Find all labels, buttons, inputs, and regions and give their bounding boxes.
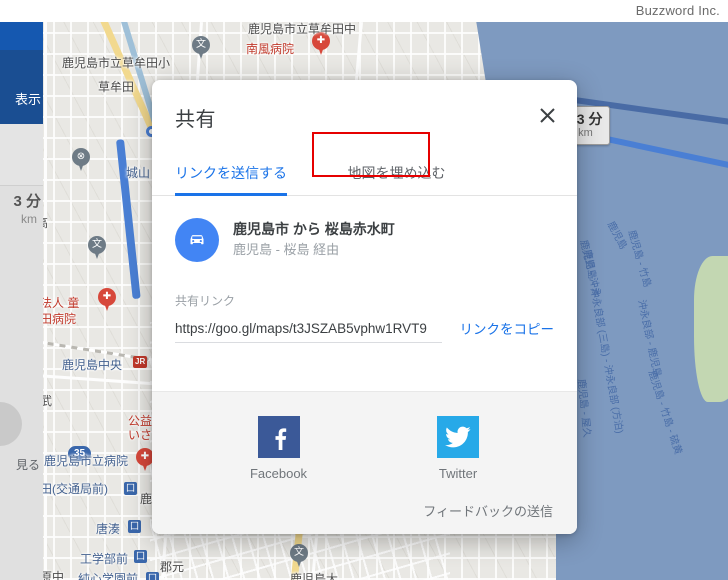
share-link-input[interactable] [175, 321, 442, 343]
dialog-body: 鹿児島市 から 桜島赤水町 鹿児島 - 桜島 経由 共有リンク リンクをコピー [152, 196, 577, 391]
sidebar-tab-bar[interactable] [0, 50, 43, 124]
map-road [44, 22, 47, 580]
map-transit-icon[interactable]: 囗 [146, 572, 159, 580]
close-icon [539, 107, 556, 124]
sidebar-details-link[interactable]: 見る [0, 456, 43, 473]
brand-label: Buzzword Inc. [635, 3, 720, 18]
social-share-row: Facebook Twitter [152, 416, 577, 481]
dialog-tabs: リンクを送信する 地図を埋め込む [152, 156, 577, 196]
map-poi-pin-hospital[interactable]: ✚ [98, 288, 116, 312]
map-route-shield: 35 [68, 446, 92, 461]
facebook-icon [257, 416, 300, 458]
sidebar-eta-time: 3 分 [13, 193, 41, 210]
sidebar-input-card[interactable] [0, 124, 43, 186]
map-poi-pin-school[interactable]: 文 [88, 236, 106, 260]
map-poi-pin-hospital[interactable]: ✚ [312, 32, 330, 56]
map-poi-pin-school[interactable]: 文 [290, 544, 308, 568]
dialog-title: 共有 [175, 109, 216, 131]
map-jr-badge: JR [133, 356, 148, 368]
close-button[interactable] [532, 100, 562, 130]
sidebar-eta-distance: km [21, 212, 37, 226]
route-text: 鹿児島市 から 桜島赤水町 鹿児島 - 桜島 経由 [233, 220, 395, 259]
directions-sidebar[interactable]: 表示 3 分 km 見る [0, 22, 43, 580]
car-icon [175, 218, 219, 262]
sidebar-round-button[interactable] [0, 402, 22, 446]
map-transit-icon[interactable]: 囗 [134, 550, 147, 563]
map-transit-icon[interactable]: 囗 [128, 520, 141, 533]
sidebar-header-bar [0, 22, 43, 50]
facebook-label: Facebook [249, 466, 308, 481]
screen-root: 43 分 8 km 文 ✚ ⊗ 文 ✚ ✚ 文 囗 囗 囗 囗 JR 35 鹿児… [0, 0, 728, 580]
map-transit-icon[interactable]: 囗 [124, 482, 137, 495]
copy-link-button[interactable]: リンクをコピー [460, 318, 555, 343]
dialog-header: 共有 [152, 80, 577, 156]
tab-embed-map[interactable]: 地図を埋め込む [325, 156, 467, 196]
share-link-label: 共有リンク [175, 294, 236, 308]
share-link-row: リンクをコピー [175, 318, 554, 343]
map-poi-pin-police[interactable]: ⊗ [72, 148, 90, 172]
twitter-icon [437, 416, 480, 458]
twitter-label: Twitter [438, 466, 478, 481]
twitter-share-button[interactable]: Twitter [437, 416, 480, 481]
tab-send-link[interactable]: リンクを送信する [175, 156, 287, 196]
route-subtitle: 鹿児島 - 桜島 経由 [233, 242, 340, 258]
send-feedback-link[interactable]: フィードバックの送信 [423, 501, 553, 520]
map-poi-pin-school[interactable]: 文 [192, 36, 210, 60]
share-dialog: 共有 リンクを送信する 地図を埋め込む 鹿児島市 から 桜島赤水町 鹿児島 - … [152, 80, 577, 534]
sidebar-tab-label: 表示 [14, 92, 41, 107]
facebook-share-button[interactable]: Facebook [250, 416, 307, 481]
dialog-footer: Facebook Twitter フィードバックの送信 [152, 391, 577, 534]
route-title: 鹿児島市 から 桜島赤水町 [233, 221, 395, 238]
route-summary: 鹿児島市 から 桜島赤水町 鹿児島 - 桜島 経由 [175, 218, 554, 262]
app-header: Buzzword Inc. [0, 0, 728, 22]
map-island [694, 256, 728, 402]
